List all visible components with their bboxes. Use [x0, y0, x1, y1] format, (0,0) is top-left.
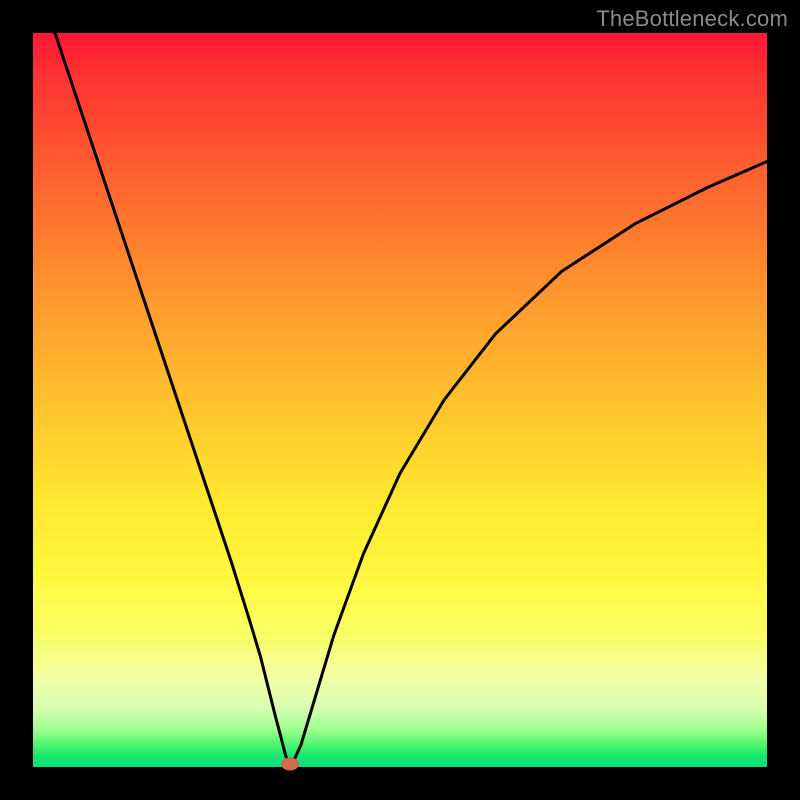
- minimum-marker: [281, 758, 299, 771]
- bottleneck-curve: [33, 33, 767, 767]
- chart-frame: TheBottleneck.com: [0, 0, 800, 800]
- plot-area: [33, 33, 767, 767]
- watermark-text: TheBottleneck.com: [596, 6, 788, 32]
